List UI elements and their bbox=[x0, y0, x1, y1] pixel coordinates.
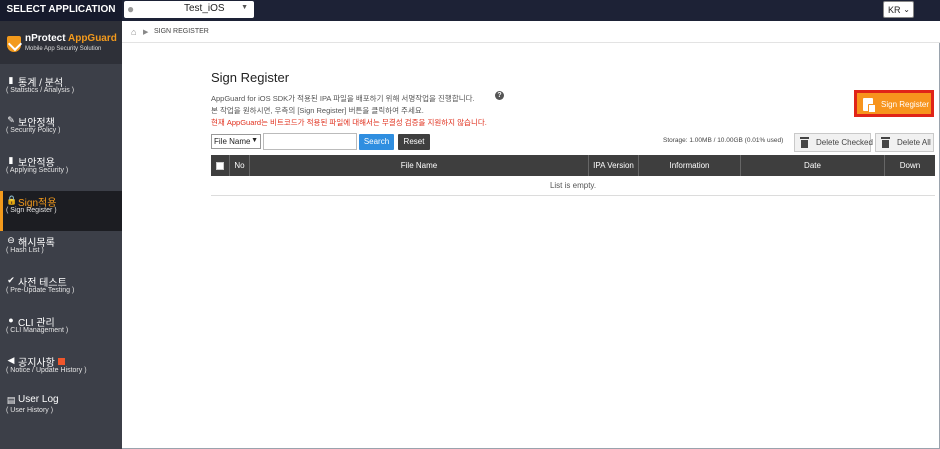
description-warning: 현재 AppGuard는 비트코드가 적용된 파일에 대해서는 무결성 검증을 … bbox=[211, 118, 487, 127]
file-icon: ▮ bbox=[8, 155, 14, 165]
new-badge-icon bbox=[57, 358, 65, 365]
check-icon: ✔ bbox=[7, 275, 15, 285]
column-date[interactable]: Date bbox=[741, 155, 885, 176]
empty-list-message: List is empty. bbox=[211, 176, 935, 196]
sidebar-item-sublabel: ( Statistics / Analysis ) bbox=[6, 87, 75, 94]
language-select[interactable]: KR ⌄ bbox=[883, 1, 914, 18]
chevron-right-icon: ▶ bbox=[143, 29, 149, 36]
column-down[interactable]: Down bbox=[885, 155, 935, 176]
sidebar-item-notice[interactable]: ◀ 공지사항 ( Notice / Update History ) bbox=[0, 351, 122, 391]
home-icon[interactable]: ⌂ bbox=[131, 27, 136, 37]
select-application-label: SELECT APPLICATION bbox=[0, 0, 122, 21]
sidebar-item-security-policy[interactable]: ✎ 보안정책 ( Security Policy ) bbox=[0, 111, 122, 151]
sidebar-item-pre-update-testing[interactable]: ✔ 사전 테스트 ( Pre-Update Testing ) bbox=[0, 271, 122, 311]
app-selector[interactable]: ● Test_iOS ▼ bbox=[124, 1, 254, 18]
description-line-2: 본 작업을 원하시면, 우측의 [Sign Register] 버튼을 클릭하여… bbox=[211, 106, 424, 115]
search-button[interactable]: Search bbox=[359, 134, 394, 150]
sidebar-item-cli-management[interactable]: ● CLI 관리 ( CLI Management ) bbox=[0, 311, 122, 351]
brand-subtitle: Mobile App Security Solution bbox=[25, 46, 102, 52]
chevron-down-icon: ▼ bbox=[251, 137, 258, 144]
shield-logo-icon bbox=[7, 36, 21, 52]
column-no[interactable]: No bbox=[230, 155, 250, 176]
storage-usage: Storage: 1.00MB / 10.00GB (0.01% used) bbox=[663, 137, 784, 144]
list-icon: ▤ bbox=[6, 395, 16, 405]
reset-button[interactable]: Reset bbox=[398, 134, 430, 150]
active-marker bbox=[0, 191, 3, 231]
select-all-checkbox-cell[interactable] bbox=[211, 155, 230, 176]
description-line-1: AppGuard for iOS SDK가 적용된 IPA 파일을 배포하기 위… bbox=[211, 94, 475, 103]
sidebar-item-sublabel: ( Security Policy ) bbox=[6, 127, 61, 134]
column-ipa-version[interactable]: IPA Version bbox=[589, 155, 639, 176]
sidebar-item-applying-security[interactable]: ▮ 보안적용 ( Applying Security ) bbox=[0, 151, 122, 191]
top-bar: SELECT APPLICATION ● Test_iOS ▼ KR ⌄ bbox=[0, 0, 940, 21]
delete-checked-label: Delete Checked bbox=[816, 138, 873, 147]
select-all-checkbox[interactable] bbox=[216, 162, 224, 170]
table-header: No File Name IPA Version Information Dat… bbox=[211, 155, 935, 176]
search-field-select[interactable]: File Name ▼ bbox=[211, 134, 261, 149]
chevron-down-icon: ⌄ bbox=[903, 5, 910, 14]
sidebar-item-label: User Log bbox=[18, 394, 59, 405]
megaphone-icon: ◀ bbox=[7, 355, 15, 365]
delete-all-button[interactable]: Delete All bbox=[875, 133, 934, 152]
apple-icon: ● bbox=[127, 2, 135, 16]
breadcrumb-current: SIGN REGISTER bbox=[154, 28, 209, 35]
minus-circle-icon: ⊖ bbox=[7, 235, 15, 245]
sidebar-item-sublabel: ( User History ) bbox=[6, 407, 54, 414]
sidebar-item-statistics[interactable]: ▮ 통계 / 분석 ( Statistics / Analysis ) bbox=[0, 71, 122, 111]
circle-icon: ● bbox=[8, 315, 14, 325]
trash-icon bbox=[881, 137, 890, 148]
brand-name: nProtect AppGuard bbox=[25, 33, 117, 44]
language-value: KR bbox=[888, 5, 901, 15]
column-file-name[interactable]: File Name bbox=[250, 155, 589, 176]
bar-chart-icon: ▮ bbox=[8, 75, 14, 85]
lock-icon: 🔒 bbox=[6, 195, 18, 205]
sidebar-item-sublabel: ( CLI Management ) bbox=[6, 327, 69, 334]
window-frame bbox=[0, 0, 940, 449]
sign-register-button[interactable]: Sign Register bbox=[854, 90, 934, 117]
page-title: Sign Register bbox=[211, 70, 290, 85]
brand-logo-area[interactable]: nProtect AppGuard Mobile App Security So… bbox=[0, 21, 122, 64]
sidebar-item-user-log[interactable]: ▤ User Log ( User History ) bbox=[0, 391, 122, 431]
delete-checked-button[interactable]: Delete Checked bbox=[794, 133, 873, 152]
sidebar-item-sublabel: ( Notice / Update History ) bbox=[6, 367, 87, 374]
chevron-down-icon: ▼ bbox=[241, 4, 248, 11]
app-selector-value: Test_iOS bbox=[184, 3, 225, 14]
wrench-icon: ✎ bbox=[7, 115, 15, 125]
search-field-value: File Name bbox=[214, 137, 251, 146]
help-icon[interactable]: ? bbox=[495, 91, 504, 100]
sidebar-item-hash-list[interactable]: ⊖ 해시목록 ( Hash List ) bbox=[0, 231, 122, 271]
sign-register-label: Sign Register bbox=[881, 100, 930, 109]
breadcrumb: ⌂ ▶ SIGN REGISTER bbox=[122, 21, 940, 43]
trash-icon bbox=[800, 137, 809, 148]
sidebar: nProtect AppGuard Mobile App Security So… bbox=[0, 21, 122, 449]
sidebar-item-sign-register[interactable]: 🔒 Sign적용 ( Sign Register ) bbox=[0, 191, 122, 231]
file-lock-icon bbox=[863, 98, 876, 113]
sidebar-item-sublabel: ( Hash List ) bbox=[6, 247, 44, 254]
column-information[interactable]: Information bbox=[639, 155, 741, 176]
sidebar-item-sublabel: ( Applying Security ) bbox=[6, 167, 69, 174]
delete-all-label: Delete All bbox=[897, 138, 931, 147]
sidebar-item-sublabel: ( Sign Register ) bbox=[6, 207, 57, 214]
search-input[interactable] bbox=[263, 133, 357, 150]
sidebar-item-sublabel: ( Pre-Update Testing ) bbox=[6, 287, 75, 294]
